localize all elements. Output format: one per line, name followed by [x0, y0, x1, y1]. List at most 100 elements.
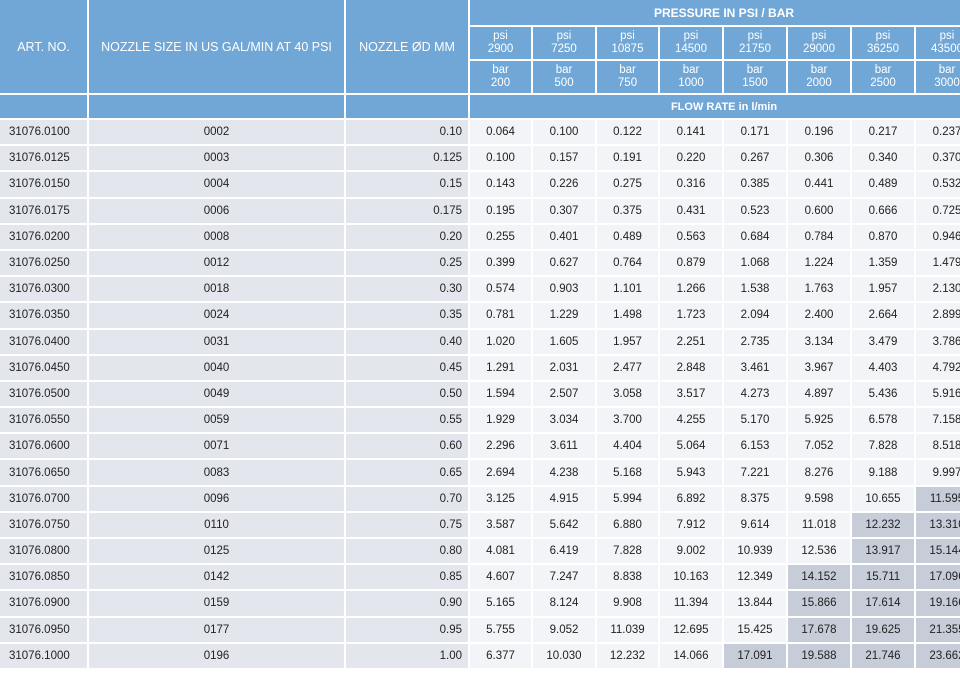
flow-rate-cell: 3.479	[852, 329, 914, 354]
flow-rate-cell: 0.385	[724, 172, 786, 197]
header-psi-2: psi 10875	[597, 27, 658, 59]
flow-rate-cell: 0.267	[724, 146, 786, 171]
nozzle-diameter-cell: 0.20	[346, 224, 468, 249]
flow-rate-cell: 0.399	[470, 250, 531, 276]
table-row: 31076.0250 0012 0.25 0.399 0.627 0.764 0.879 1.…	[0, 250, 960, 276]
flow-rate-cell: 3.134	[788, 329, 850, 354]
psi-unit-label: psi	[493, 30, 508, 42]
psi-unit-label: psi	[556, 30, 572, 42]
flow-rate-cell: 0.666	[852, 198, 914, 223]
flow-rate-cell: 2.400	[788, 303, 850, 328]
bar-unit-label: bar	[619, 64, 636, 76]
flow-rate-cell: 0.064	[470, 120, 531, 145]
flow-rate-cell: 15.425	[724, 617, 786, 642]
flow-rate-cell: 19.166	[916, 591, 960, 616]
nozzle-diameter-cell: 1.00	[346, 643, 468, 668]
flow-rate-cell: 9.614	[724, 512, 786, 537]
art-no-cell: 31076.0700	[0, 486, 87, 511]
flow-rate-cell: 4.607	[470, 565, 531, 590]
flow-rate-cell: 3.967	[788, 355, 850, 380]
table-row: 31076.0100 0002 0.10 0.064 0.100 0.122 0.141 0.…	[0, 120, 960, 145]
psi-value: 21750	[739, 43, 771, 55]
header-bar-0: bar 200	[470, 61, 531, 93]
header-bar-2: bar 750	[597, 61, 658, 93]
flow-rate-cell: 11.595	[916, 486, 960, 511]
flow-rate-cell: 1.957	[597, 329, 658, 354]
flow-rate-cell: 0.946	[916, 224, 960, 249]
nozzle-diameter-cell: 0.75	[346, 512, 468, 537]
flow-rate-cell: 3.058	[597, 381, 658, 407]
table-row: 31076.0300 0018 0.30 0.574 0.903 1.101 1.266 1.…	[0, 277, 960, 302]
flow-rate-cell: 11.018	[788, 512, 850, 537]
flow-rate-cell: 0.220	[660, 146, 722, 171]
art-no-cell: 31076.0950	[0, 617, 87, 642]
table-row: 31076.0800 0125 0.80 4.081 6.419 7.828 9.002 10…	[0, 539, 960, 564]
flow-rate-cell: 1.605	[533, 329, 595, 354]
flow-rate-cell: 2.664	[852, 303, 914, 328]
flow-rate-cell: 13.917	[852, 539, 914, 564]
flow-rate-cell: 7.052	[788, 434, 850, 459]
flow-rate-cell: 0.143	[470, 172, 531, 197]
nozzle-diameter-cell: 0.125	[346, 146, 468, 171]
nozzle-diameter-cell: 0.50	[346, 381, 468, 407]
table-row: 31076.0400 0031 0.40 1.020 1.605 1.957 2.251 2.…	[0, 329, 960, 354]
flow-rate-cell: 8.124	[533, 591, 595, 616]
flow-rate-cell: 0.196	[788, 120, 850, 145]
nozzle-diameter-cell: 0.30	[346, 277, 468, 302]
nozzle-diameter-cell: 0.55	[346, 408, 468, 433]
flow-rate-cell: 1.020	[470, 329, 531, 354]
flow-rate-cell: 2.694	[470, 460, 531, 485]
art-no-cell: 31076.0400	[0, 329, 87, 354]
flow-rate-cell: 1.266	[660, 277, 722, 302]
flow-rate-cell: 0.237	[916, 120, 960, 145]
flow-rate-cell: 8.518	[916, 434, 960, 459]
header-bar-5: bar 2000	[788, 61, 850, 93]
bar-value: 2500	[870, 77, 896, 89]
flow-rate-cell: 5.165	[470, 591, 531, 616]
art-no-cell: 31076.0500	[0, 381, 87, 407]
header-nozzle-diameter: NOZZLE ØD MM	[346, 0, 468, 93]
flow-rate-cell: 1.291	[470, 355, 531, 380]
flow-rate-cell: 5.168	[597, 460, 658, 485]
flow-rate-cell: 1.479	[916, 250, 960, 276]
flow-rate-cell: 0.879	[660, 250, 722, 276]
flow-rate-cell: 0.340	[852, 146, 914, 171]
flow-rate-cell: 2.735	[724, 329, 786, 354]
flow-rate-cell: 4.255	[660, 408, 722, 433]
flow-rate-cell: 0.725	[916, 198, 960, 223]
flow-rate-cell: 5.925	[788, 408, 850, 433]
flow-rate-cell: 13.310	[916, 512, 960, 537]
psi-unit-label: psi	[683, 30, 699, 42]
table-row: 31076.0500 0049 0.50 1.594 2.507 3.058 3.517 4.…	[0, 381, 960, 407]
header-bar-3: bar 1000	[660, 61, 722, 93]
bar-value: 1000	[678, 77, 704, 89]
table-row: 31076.0175 0006 0.175 0.195 0.307 0.375 0.431 0…	[0, 198, 960, 223]
flow-rate-cell: 9.598	[788, 486, 850, 511]
art-no-cell: 31076.0200	[0, 224, 87, 249]
nozzle-diameter-cell: 0.10	[346, 120, 468, 145]
flow-rate-cell: 4.238	[533, 460, 595, 485]
header-bar-7: bar 3000	[916, 61, 960, 93]
flow-rate-cell: 0.903	[533, 277, 595, 302]
header-nozzle-size: NOZZLE SIZE IN US GAL/MIN AT 40 PSI	[89, 0, 344, 93]
flow-rate-cell: 0.316	[660, 172, 722, 197]
flow-rate-cell: 4.273	[724, 381, 786, 407]
bar-unit-label: bar	[492, 64, 509, 76]
art-no-cell: 31076.1000	[0, 643, 87, 668]
flow-rate-cell: 1.101	[597, 277, 658, 302]
header-psi-5: psi 29000	[788, 27, 850, 59]
flow-rate-cell: 0.100	[470, 146, 531, 171]
header-art-no: ART. NO.	[0, 0, 87, 93]
flow-rate-cell: 2.296	[470, 434, 531, 459]
flow-rate-cell: 12.349	[724, 565, 786, 590]
nozzle-diameter-cell: 0.85	[346, 565, 468, 590]
flow-rate-cell: 2.130	[916, 277, 960, 302]
bar-unit-label: bar	[810, 64, 828, 76]
table-row: 31076.0750 0110 0.75 3.587 5.642 6.880 7.912 9.…	[0, 512, 960, 537]
nozzle-size-cell: 0083	[89, 460, 344, 485]
art-no-cell: 31076.0550	[0, 408, 87, 433]
flow-rate-cell: 0.441	[788, 172, 850, 197]
flow-rate-cell: 4.897	[788, 381, 850, 407]
flow-rate-cell: 17.096	[916, 565, 960, 590]
flow-rate-cell: 0.781	[470, 303, 531, 328]
